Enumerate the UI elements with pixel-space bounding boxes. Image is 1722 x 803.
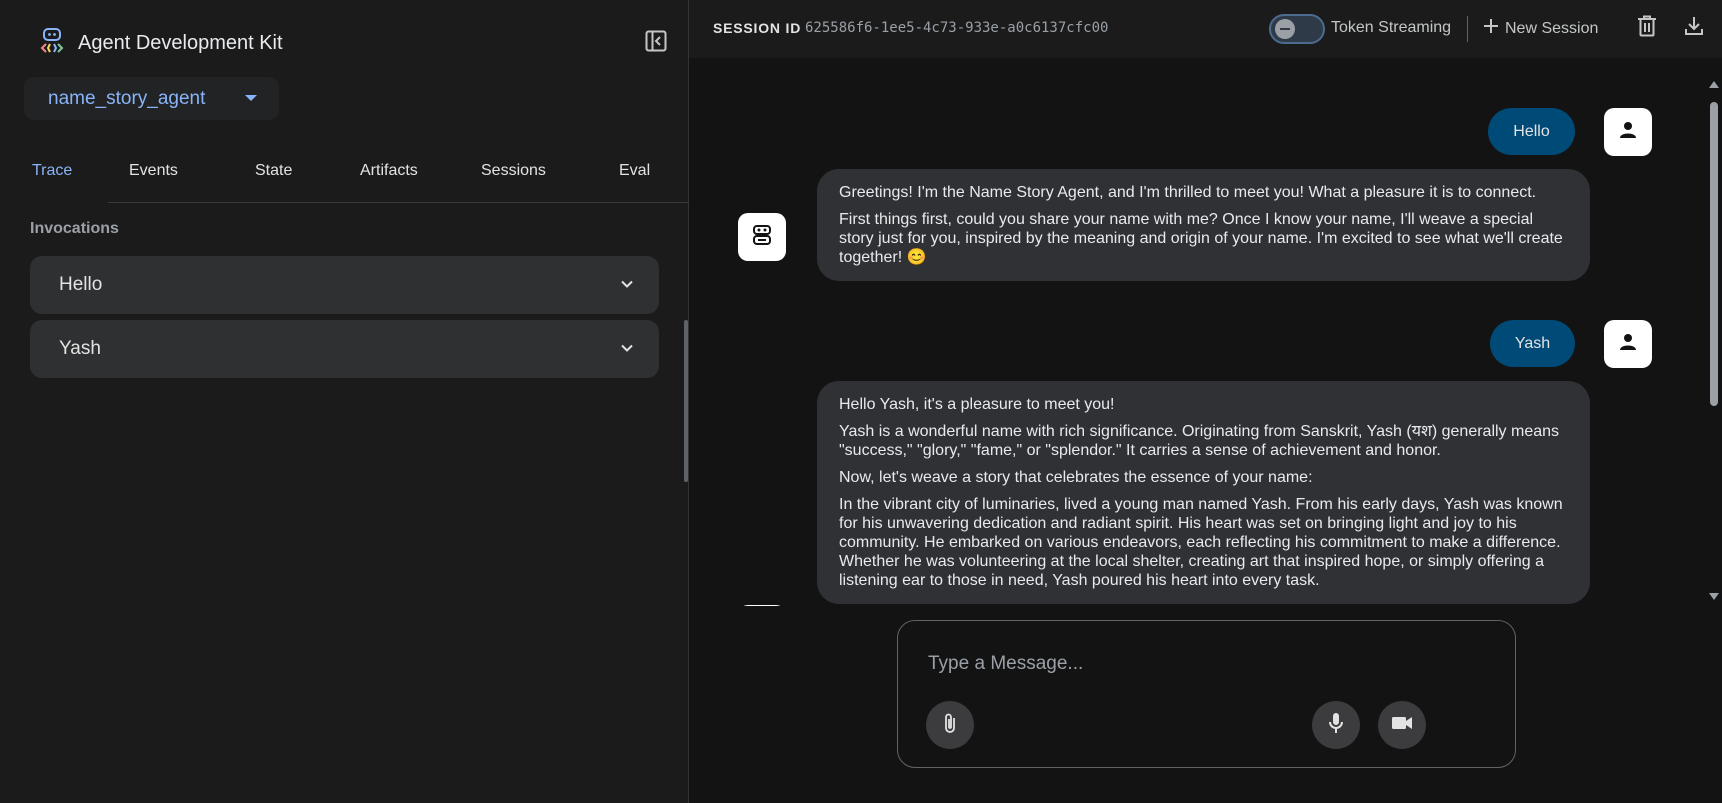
person-icon xyxy=(1618,332,1638,357)
trash-icon xyxy=(1637,15,1657,42)
microphone-button[interactable] xyxy=(1312,701,1360,749)
scroll-up-arrow-icon[interactable] xyxy=(1709,81,1719,88)
agent-message-paragraph: First things first, could you share your… xyxy=(839,211,1563,266)
user-message-text: Yash xyxy=(1514,334,1551,352)
agent-message-paragraph: In the vibrant city of luminaries, lived… xyxy=(839,496,1563,589)
message-composer[interactable]: Type a Message... xyxy=(897,620,1516,768)
invocation-item[interactable]: Yash xyxy=(30,320,659,378)
robot-icon xyxy=(751,224,773,251)
top-bar: SESSION ID 625586f6-1ee5-4c73-933e-a0c61… xyxy=(689,0,1722,58)
download-session-button[interactable] xyxy=(1680,14,1708,42)
agent-avatar xyxy=(738,605,786,606)
tab-artifacts[interactable]: Artifacts xyxy=(360,162,418,180)
tab-events[interactable]: Events xyxy=(129,162,178,180)
dropdown-arrow-icon xyxy=(245,95,257,101)
new-session-label: New Session xyxy=(1505,19,1599,37)
agent-message-paragraph: Greetings! I'm the Name Story Agent, and… xyxy=(839,184,1537,201)
tab-eval[interactable]: Eval xyxy=(619,162,650,180)
agent-message: Hello Yash, it's a pleasure to meet you!… xyxy=(817,381,1590,604)
user-message: Hello xyxy=(1488,108,1575,155)
invocation-label: Yash xyxy=(59,338,101,359)
chevron-down-icon xyxy=(619,276,635,298)
microphone-icon xyxy=(1328,712,1344,739)
agent-message: Greetings! I'm the Name Story Agent, and… xyxy=(817,169,1590,281)
brand-title: Agent Development Kit xyxy=(78,32,283,54)
invocation-item[interactable]: Hello xyxy=(30,256,659,314)
sidebar-scrollbar[interactable] xyxy=(684,320,688,482)
plus-icon xyxy=(1483,18,1499,39)
token-streaming-toggle[interactable] xyxy=(1269,14,1325,44)
user-avatar xyxy=(1604,320,1652,368)
tab-state[interactable]: State xyxy=(255,162,292,180)
invocations-heading: Invocations xyxy=(30,220,119,237)
person-icon xyxy=(1618,120,1638,145)
paperclip-icon xyxy=(941,712,959,739)
message-input[interactable]: Type a Message... xyxy=(928,653,1083,675)
chevron-down-icon xyxy=(619,340,635,362)
session-id-label: SESSION ID xyxy=(713,20,802,36)
scroll-down-arrow-icon[interactable] xyxy=(1709,593,1719,600)
agent-message-paragraph: Hello Yash, it's a pleasure to meet you! xyxy=(839,396,1115,413)
tab-sessions[interactable]: Sessions xyxy=(481,162,546,180)
video-camera-icon xyxy=(1391,715,1413,736)
delete-session-button[interactable] xyxy=(1633,14,1661,42)
agent-message-paragraph: Now, let's weave a story that celebrates… xyxy=(839,469,1313,486)
agent-selector-value: name_story_agent xyxy=(48,87,206,109)
active-tab-indicator xyxy=(0,200,108,203)
toggle-knob xyxy=(1275,19,1295,39)
new-session-button[interactable]: New Session xyxy=(1483,18,1598,39)
user-avatar xyxy=(1604,108,1652,156)
sidebar-tabs: Trace Events State Artifacts Sessions Ev… xyxy=(0,150,689,203)
app-root: Agent Development Kit name_story_agent T… xyxy=(0,0,1722,803)
session-id-value: 625586f6-1ee5-4c73-933e-a0c6137cfc00 xyxy=(805,20,1109,36)
user-message-text: Hello xyxy=(1513,122,1550,140)
side-panel: Agent Development Kit name_story_agent T… xyxy=(0,0,689,803)
agent-avatar xyxy=(738,213,786,261)
invocation-label: Hello xyxy=(59,274,103,295)
collapse-panel-icon xyxy=(645,30,667,57)
attach-file-button[interactable] xyxy=(926,701,974,749)
chat-scrollbar[interactable] xyxy=(1705,78,1721,605)
agent-selector[interactable]: name_story_agent xyxy=(24,77,279,120)
download-icon xyxy=(1684,16,1704,41)
collapse-panel-button[interactable] xyxy=(643,30,669,56)
message-list: Hello Greetings! I'm the Name Story Agen… xyxy=(689,58,1701,606)
scroll-thumb[interactable] xyxy=(1710,102,1718,406)
brand: Agent Development Kit xyxy=(40,28,283,59)
toolbar-divider xyxy=(1467,16,1468,42)
chat-panel: SESSION ID 625586f6-1ee5-4c73-933e-a0c61… xyxy=(689,0,1722,803)
adk-logo-icon xyxy=(40,28,64,59)
tab-trace[interactable]: Trace xyxy=(32,162,72,180)
video-camera-button[interactable] xyxy=(1378,701,1426,749)
token-streaming-label: Token Streaming xyxy=(1331,19,1452,36)
user-message: Yash xyxy=(1490,320,1575,367)
agent-message-paragraph: Yash is a wonderful name with rich signi… xyxy=(839,423,1560,459)
